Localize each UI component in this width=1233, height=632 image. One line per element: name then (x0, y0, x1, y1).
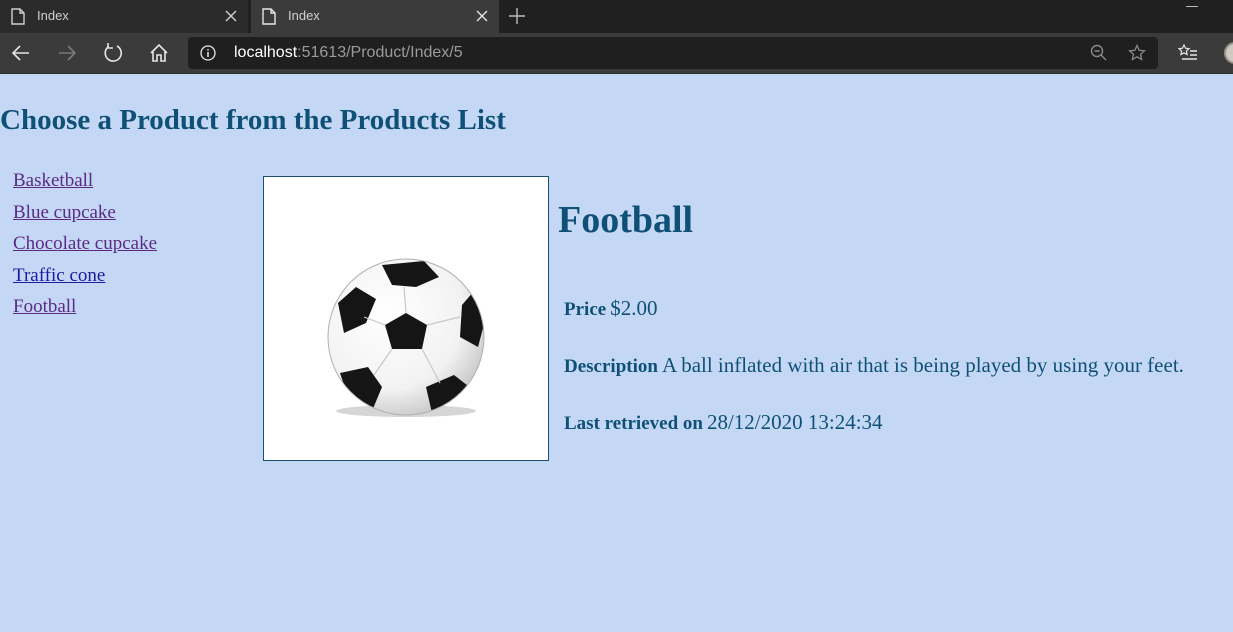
product-link-basketball[interactable]: Basketball (13, 170, 93, 191)
list-item: Blue cupcake (13, 202, 157, 234)
browser-toolbar: localhost:51613/Product/Index/5 (0, 33, 1233, 74)
document-icon (262, 8, 276, 25)
new-tab-icon[interactable] (507, 6, 527, 26)
page-title: Choose a Product from the Products List (0, 104, 506, 136)
description-row: Description A ball inflated with air tha… (564, 353, 1184, 378)
soccer-ball-icon (327, 258, 485, 417)
url-host: localhost (234, 44, 298, 61)
tab-bar: Index Index (0, 0, 1233, 33)
list-item: Chocolate cupcake (13, 233, 157, 265)
tab-title: Index (288, 8, 320, 23)
favorites-icon[interactable] (1178, 43, 1198, 63)
product-list: Basketball Blue cupcake Chocolate cupcak… (13, 170, 157, 328)
last-retrieved-row: Last retrieved on 28/12/2020 13:24:34 (564, 410, 883, 435)
product-link-football[interactable]: Football (13, 296, 76, 317)
product-link-blue-cupcake[interactable]: Blue cupcake (13, 202, 116, 223)
url-path: :51613/Product/Index/5 (297, 44, 463, 61)
close-icon[interactable] (224, 9, 238, 23)
list-item: Basketball (13, 170, 157, 202)
price-value: $2.00 (610, 296, 658, 320)
zoom-out-icon[interactable] (1090, 44, 1108, 62)
list-item: Traffic cone (13, 265, 157, 297)
url-text[interactable]: localhost:51613/Product/Index/5 (234, 44, 463, 62)
product-link-traffic-cone[interactable]: Traffic cone (13, 265, 105, 286)
description-value: A ball inflated with air that is being p… (661, 353, 1184, 377)
star-icon[interactable] (1128, 44, 1146, 62)
browser-tab-1[interactable]: Index (0, 0, 248, 33)
document-icon (11, 8, 25, 25)
product-name: Football (558, 199, 694, 241)
profile-avatar-icon[interactable] (1224, 42, 1233, 64)
description-label: Description (564, 356, 658, 377)
forward-arrow-icon[interactable] (56, 42, 78, 64)
price-row: Price $2.00 (564, 296, 657, 321)
price-label: Price (564, 299, 607, 320)
tab-title: Index (37, 8, 69, 23)
minimize-icon[interactable] (1186, 6, 1198, 7)
refresh-icon[interactable] (102, 42, 124, 64)
list-item: Football (13, 296, 157, 328)
last-retrieved-label: Last retrieved on (564, 413, 703, 434)
last-retrieved-value: 28/12/2020 13:24:34 (706, 410, 883, 434)
product-image (263, 176, 549, 461)
browser-tab-2[interactable]: Index (251, 0, 499, 33)
page-content: Choose a Product from the Products List … (0, 74, 1233, 632)
product-link-chocolate-cupcake[interactable]: Chocolate cupcake (13, 233, 157, 254)
address-bar[interactable]: localhost:51613/Product/Index/5 (188, 37, 1158, 69)
back-arrow-icon[interactable] (10, 42, 32, 64)
close-icon[interactable] (475, 9, 489, 23)
home-icon[interactable] (148, 42, 170, 64)
info-icon[interactable] (200, 45, 216, 61)
